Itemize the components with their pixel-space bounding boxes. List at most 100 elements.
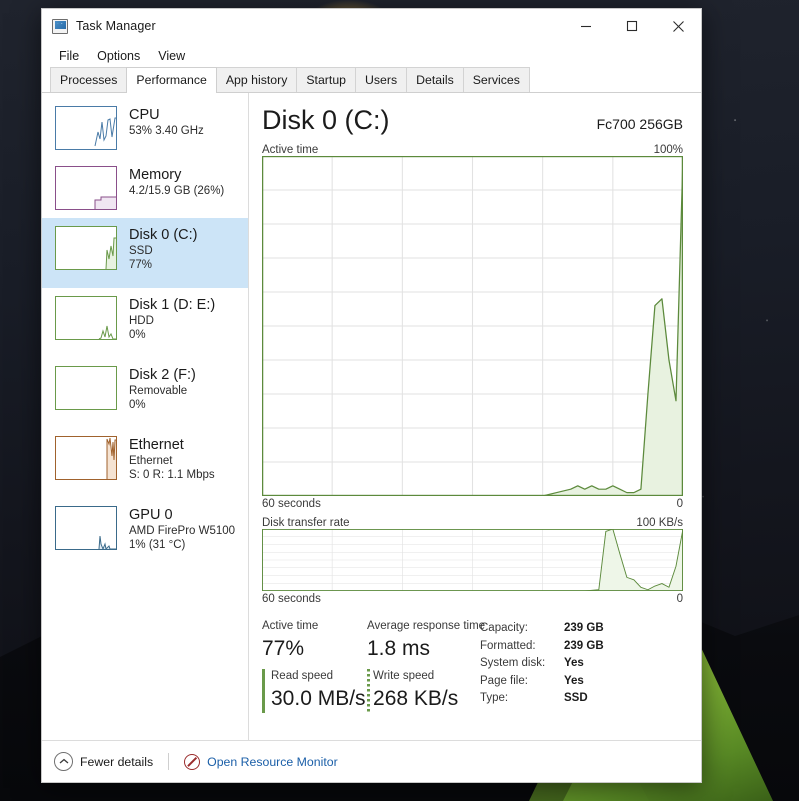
cpu-text: CPU 53% 3.40 GHz	[129, 106, 204, 138]
window-titlebar[interactable]: Task Manager	[42, 9, 701, 43]
disk-0-usage: 77%	[129, 259, 153, 271]
stats-left-column: Active time 77% Average response time 1.…	[262, 619, 486, 713]
page-title: Disk 0 (C:)	[262, 105, 390, 135]
ethernet-type: Ethernet	[129, 455, 173, 467]
chevron-up-icon	[54, 752, 73, 771]
disk-0-text: Disk 0 (C:) SSD 77%	[129, 226, 197, 272]
tab-processes[interactable]: Processes	[50, 67, 128, 92]
transfer-rate-xright: 0	[676, 593, 683, 605]
stat-write-speed: Write speed 268 KB/s	[367, 669, 472, 713]
spec-formatted-value: 239 GB	[564, 639, 604, 652]
disk-specs-list: Capacity: 239 GB Formatted: 239 GB Syste…	[480, 619, 604, 713]
disk-1-type: HDD	[129, 315, 154, 327]
tab-users[interactable]: Users	[355, 67, 408, 92]
spec-system-disk: System disk: Yes	[480, 655, 604, 673]
open-resource-monitor-label: Open Resource Monitor	[207, 754, 338, 769]
tab-app-history[interactable]: App history	[215, 67, 298, 92]
active-time-xleft: 60 seconds	[262, 498, 321, 510]
active-time-ymax: 100%	[653, 144, 683, 156]
stat-read-speed: Read speed 30.0 MB/s	[262, 669, 367, 713]
active-time-xright: 0	[676, 498, 683, 510]
stat-avg-response: Average response time 1.8 ms	[367, 619, 486, 663]
sidebar-label-disk-1: Disk 1 (D: E:)	[129, 297, 216, 313]
spec-page-file-value: Yes	[564, 674, 584, 687]
close-button[interactable]	[655, 9, 701, 43]
stats-row-speeds: Read speed 30.0 MB/s Write speed 268 KB/…	[262, 669, 472, 713]
tab-startup[interactable]: Startup	[296, 67, 356, 92]
spec-system-disk-value: Yes	[564, 657, 584, 670]
window-title: Task Manager	[76, 19, 156, 33]
read-speed-label: Read speed	[271, 670, 334, 682]
transfer-rate-axis: 60 seconds 0	[262, 593, 683, 605]
avg-response-stat-label: Average response time	[367, 620, 486, 632]
maximize-button[interactable]	[609, 9, 655, 43]
fewer-details-button[interactable]: Fewer details	[54, 752, 153, 771]
disk-2-thumbnail-graph	[55, 366, 117, 410]
resource-sidebar: CPU 53% 3.40 GHz Memory 4.2/15.9 GB (26%…	[42, 93, 249, 740]
cpu-stats: 53% 3.40 GHz	[129, 125, 204, 137]
active-time-stat-value: 77%	[262, 637, 305, 660]
spec-type: Type: SSD	[480, 690, 604, 708]
disk-2-type: Removable	[129, 385, 188, 397]
task-manager-window: Task Manager File Options View Processes…	[41, 8, 702, 783]
sidebar-item-disk-2[interactable]: Disk 2 (F:) Removable 0%	[42, 358, 248, 428]
disk-model-label: Fc700 256GB	[596, 116, 683, 132]
minimize-button[interactable]	[563, 9, 609, 43]
menu-view[interactable]: View	[150, 47, 193, 65]
spec-capacity-value: 239 GB	[564, 622, 604, 634]
sidebar-label-gpu-0: GPU 0	[129, 507, 173, 523]
task-manager-icon	[52, 18, 68, 34]
sidebar-label-cpu: CPU	[129, 107, 160, 123]
disk-2-text: Disk 2 (F:) Removable 0%	[129, 366, 196, 412]
disk-0-type: SSD	[129, 245, 153, 257]
spec-page-file-key: Page file:	[480, 674, 528, 687]
disk-2-usage: 0%	[129, 399, 146, 411]
ethernet-throughput: S: 0 R: 1.1 Mbps	[129, 469, 215, 481]
menu-file[interactable]: File	[51, 47, 87, 65]
menu-options[interactable]: Options	[89, 47, 148, 65]
tab-services[interactable]: Services	[462, 67, 530, 92]
sidebar-item-gpu-0[interactable]: GPU 0 AMD FirePro W5100 1% (31 °C)	[42, 498, 248, 568]
read-speed-value: 30.0 MB/s	[271, 687, 366, 710]
write-speed-label: Write speed	[373, 670, 435, 682]
tab-performance[interactable]: Performance	[126, 67, 217, 93]
disk-1-thumbnail-graph	[55, 296, 117, 340]
open-resource-monitor-link[interactable]: Open Resource Monitor	[184, 753, 338, 770]
active-time-graph	[262, 156, 683, 496]
titlebar-left: Task Manager	[42, 18, 156, 34]
transfer-rate-ymax: 100 KB/s	[636, 517, 683, 529]
active-time-stat-label: Active time	[262, 620, 319, 632]
spec-page-file: Page file: Yes	[480, 673, 604, 691]
sidebar-item-disk-1[interactable]: Disk 1 (D: E:) HDD 0%	[42, 288, 248, 358]
window-footer: Fewer details Open Resource Monitor	[42, 740, 701, 782]
sidebar-item-memory[interactable]: Memory 4.2/15.9 GB (26%)	[42, 158, 248, 218]
tab-details[interactable]: Details	[406, 67, 464, 92]
sidebar-label-disk-0: Disk 0 (C:)	[129, 227, 198, 243]
sidebar-item-ethernet[interactable]: Ethernet Ethernet S: 0 R: 1.1 Mbps	[42, 428, 248, 498]
memory-thumbnail-graph	[55, 166, 117, 210]
window-content: CPU 53% 3.40 GHz Memory 4.2/15.9 GB (26%…	[42, 93, 701, 740]
stats-area: Active time 77% Average response time 1.…	[262, 619, 683, 713]
spec-formatted: Formatted: 239 GB	[480, 638, 604, 656]
performance-detail-panel: Disk 0 (C:) Fc700 256GB Active time 100%…	[249, 93, 701, 740]
tab-strip: Processes Performance App history Startu…	[42, 67, 701, 93]
sidebar-label-memory: Memory	[129, 167, 182, 183]
spec-type-key: Type:	[480, 692, 509, 705]
gpu-0-usage: 1% (31 °C)	[129, 539, 186, 551]
spec-capacity: Capacity: 239 GB	[480, 620, 604, 638]
sidebar-item-cpu[interactable]: CPU 53% 3.40 GHz	[42, 98, 248, 158]
spec-formatted-key: Formatted:	[480, 639, 536, 652]
footer-divider	[168, 753, 170, 770]
gpu-0-model: AMD FirePro W5100	[129, 525, 236, 537]
avg-response-stat-value: 1.8 ms	[367, 637, 431, 660]
disk-1-usage: 0%	[129, 329, 146, 341]
memory-text: Memory 4.2/15.9 GB (26%)	[129, 166, 224, 198]
resource-monitor-icon	[184, 753, 201, 770]
active-time-chart-label: Active time	[262, 144, 319, 156]
panel-header: Disk 0 (C:) Fc700 256GB	[262, 103, 683, 137]
sidebar-item-disk-0[interactable]: Disk 0 (C:) SSD 77%	[42, 218, 248, 288]
stat-active-time: Active time 77%	[262, 619, 367, 663]
gpu-0-text: GPU 0 AMD FirePro W5100 1% (31 °C)	[129, 506, 235, 552]
disk-0-thumbnail-graph	[55, 226, 117, 270]
disk-transfer-rate-graph	[262, 529, 683, 591]
